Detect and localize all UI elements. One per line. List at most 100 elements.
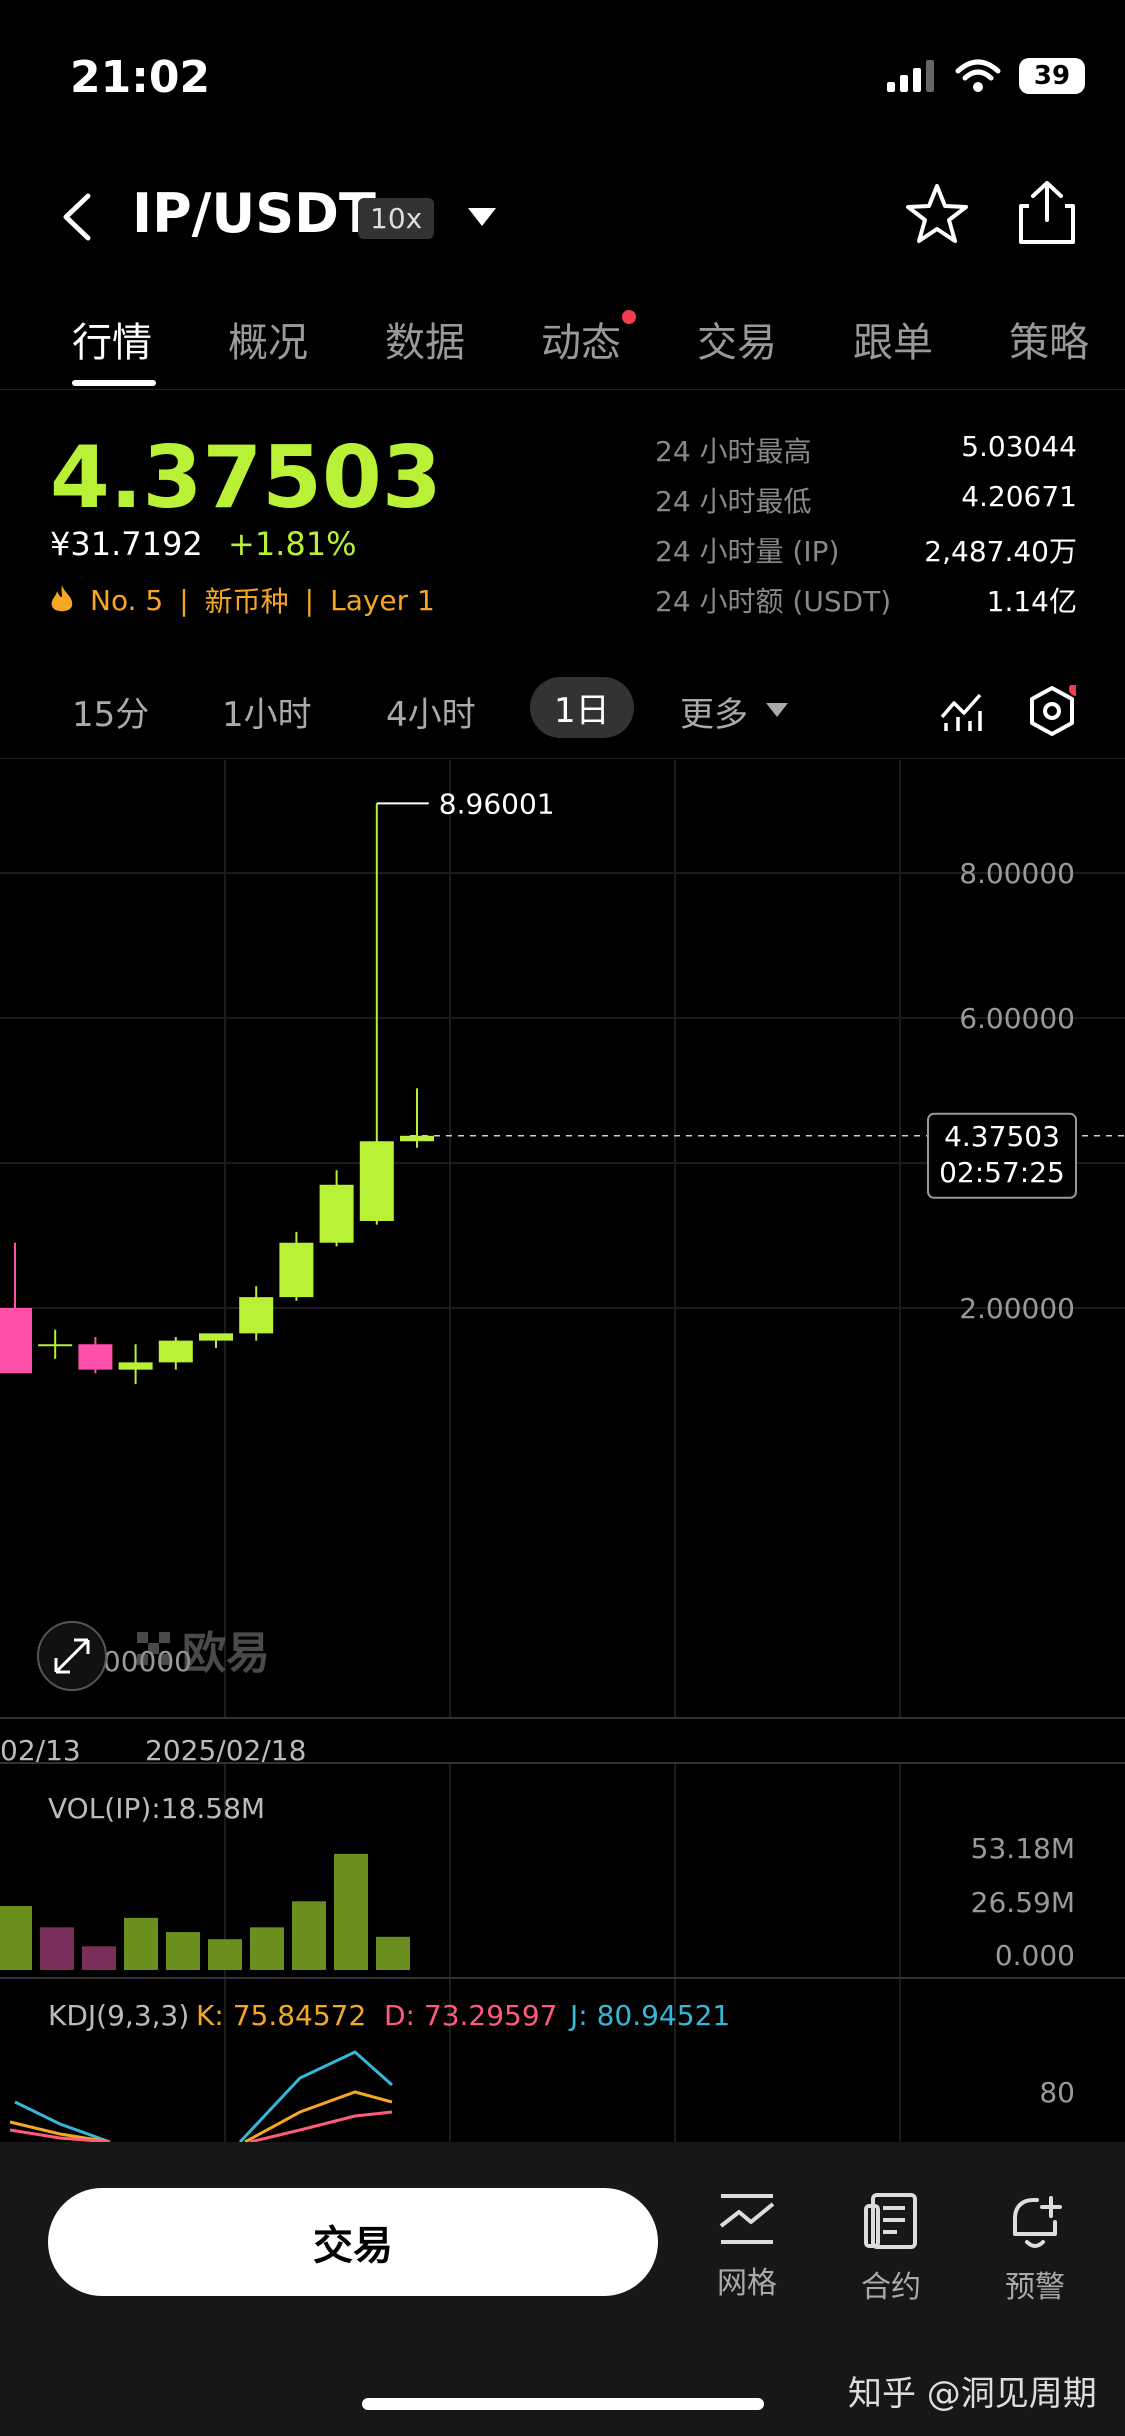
timeframe-4h[interactable]: 4小时: [386, 687, 476, 736]
stat-row: 24 小时最低 4.20671: [655, 480, 1077, 530]
stats-panel: 24 小时最高 5.03044 24 小时最低 4.20671 24 小时量 (…: [655, 430, 1077, 630]
stat-label: 24 小时最高: [655, 435, 812, 468]
coin-tags: No. 5 | 新币种 | Layer 1: [50, 580, 435, 620]
contract-button[interactable]: 合约: [836, 2192, 946, 2306]
timeframe-bar: 15分 1小时 4小时 1日 更多: [0, 675, 1125, 745]
kdj-k-line: [244, 2090, 393, 2142]
volume-bar: [166, 1932, 200, 1970]
grid-button[interactable]: 网格: [692, 2192, 802, 2302]
candle-body: [78, 1344, 113, 1370]
pair-title[interactable]: IP/USDT: [132, 182, 376, 245]
back-arrow-icon[interactable]: [58, 192, 94, 242]
volume-axis-tick: 26.59M: [971, 1886, 1075, 1919]
news-notification-dot: [622, 310, 636, 324]
volume-bar: [124, 1917, 158, 1970]
price-axis-tick: 2.00000: [959, 1292, 1075, 1325]
tab-strategy[interactable]: 策略: [1009, 310, 1089, 368]
status-bar: 21:02 39: [0, 0, 1125, 150]
share-icon[interactable]: [1017, 180, 1077, 246]
active-tab-indicator: [72, 380, 156, 386]
price-axis-tick: 6.00000: [959, 1002, 1075, 1035]
chart-area[interactable]: 8.00000 6.00000 2.00000 1.00000 8.96001 …: [0, 760, 1125, 2142]
volume-bar: [82, 1946, 116, 1970]
layer-tag[interactable]: Layer 1: [330, 584, 435, 617]
current-price-label: 4.37503: [944, 1120, 1060, 1153]
bottom-action-bar: 交易 网格 合约 预警 知乎 @洞见周期: [0, 2142, 1125, 2436]
candle-body: [199, 1333, 233, 1341]
cellular-signal-icon: [887, 60, 934, 92]
status-icons: 39: [887, 58, 1085, 94]
candle-body: [359, 1141, 394, 1221]
stat-row: 24 小时量 (IP) 2,487.40万: [655, 530, 1077, 580]
price-axis-tick: 8.00000: [959, 857, 1075, 890]
candle-body: [0, 1308, 32, 1374]
timeframe-1h[interactable]: 1小时: [222, 687, 312, 736]
zhihu-watermark: 知乎 @洞见周期: [848, 2374, 1097, 2414]
volume-bar: [40, 1927, 74, 1970]
price-cny: ¥31.7192: [50, 525, 203, 563]
tab-copy-trading[interactable]: 跟单: [853, 310, 933, 368]
chart-settings-icon[interactable]: [1028, 685, 1076, 737]
more-caret-icon: [766, 703, 788, 717]
volume-axis-tick: 0.000: [995, 1939, 1075, 1972]
trade-button[interactable]: 交易: [48, 2188, 658, 2296]
kdj-j-value: J: 80.94521: [568, 1999, 730, 2032]
candle-body: [400, 1135, 434, 1142]
grid-trading-icon: [719, 2194, 775, 2244]
stat-label: 24 小时最低: [655, 485, 812, 518]
grid-label: 网格: [717, 2266, 777, 2301]
stat-label: 24 小时额 (USDT): [655, 585, 892, 618]
stat-value: 2,487.40万: [924, 535, 1077, 568]
kdj-label: KDJ(9,3,3): [48, 1999, 189, 2032]
candle-body: [38, 1344, 73, 1347]
bell-plus-icon: [1013, 2196, 1062, 2248]
volume-bar: [292, 1901, 326, 1970]
volume-bars-layer: [0, 1853, 410, 1970]
tab-news[interactable]: 动态: [541, 310, 621, 368]
alert-button[interactable]: 预警: [980, 2192, 1090, 2306]
candle-body: [118, 1362, 153, 1370]
tab-bar: 行情 概况 数据 动态 交易 跟单 策略: [0, 300, 1125, 390]
volume-bar: [208, 1939, 242, 1970]
alert-label: 预警: [1005, 2270, 1065, 2305]
candle-body: [319, 1184, 354, 1243]
fullscreen-button[interactable]: [37, 1621, 107, 1691]
tab-market[interactable]: 行情: [72, 310, 152, 368]
caret-down-icon[interactable]: [468, 208, 496, 226]
star-icon[interactable]: [905, 182, 969, 246]
stat-row: 24 小时额 (USDT) 1.14亿: [655, 580, 1077, 630]
tag-separator: |: [179, 583, 189, 617]
kdj-j-line: [14, 2100, 111, 2142]
candlestick-chart[interactable]: 8.00000 6.00000 2.00000 1.00000 8.96001 …: [0, 760, 1125, 2142]
tab-trade[interactable]: 交易: [697, 310, 777, 368]
tab-data[interactable]: 数据: [385, 310, 465, 368]
stat-value: 1.14亿: [986, 585, 1077, 618]
leverage-badge: 10x: [358, 198, 435, 239]
tab-overview[interactable]: 概况: [228, 310, 308, 368]
indicator-icon[interactable]: [938, 689, 984, 733]
kdj-d-value: D: 73.29597: [384, 1999, 558, 2032]
timeframe-15m[interactable]: 15分: [72, 687, 149, 736]
timeframe-more[interactable]: 更多: [680, 687, 748, 736]
candle-body: [239, 1297, 274, 1334]
contract-label: 合约: [861, 2270, 921, 2305]
candle-countdown: 02:57:25: [939, 1156, 1065, 1189]
wifi-icon: [955, 59, 1001, 92]
volume-bar: [376, 1936, 410, 1970]
volume-bar: [0, 1906, 32, 1970]
stat-row: 24 小时最高 5.03044: [655, 430, 1077, 480]
stat-value: 4.20671: [961, 480, 1077, 513]
rank-tag[interactable]: No. 5: [90, 584, 163, 617]
home-indicator[interactable]: [362, 2398, 764, 2410]
high-price-label: 8.96001: [439, 787, 555, 820]
volume-bar: [250, 1927, 284, 1970]
last-price: 4.37503: [50, 428, 442, 528]
stat-value: 5.03044: [961, 430, 1077, 463]
new-coin-tag[interactable]: 新币种: [205, 580, 289, 620]
candles-layer: [0, 803, 434, 1385]
candle-body: [158, 1340, 193, 1363]
status-time: 21:02: [70, 52, 211, 103]
timeframe-1d[interactable]: 1日: [530, 677, 634, 738]
chart-top-divider: [0, 758, 1125, 759]
volume-label: VOL(IP):18.58M: [48, 1792, 265, 1825]
